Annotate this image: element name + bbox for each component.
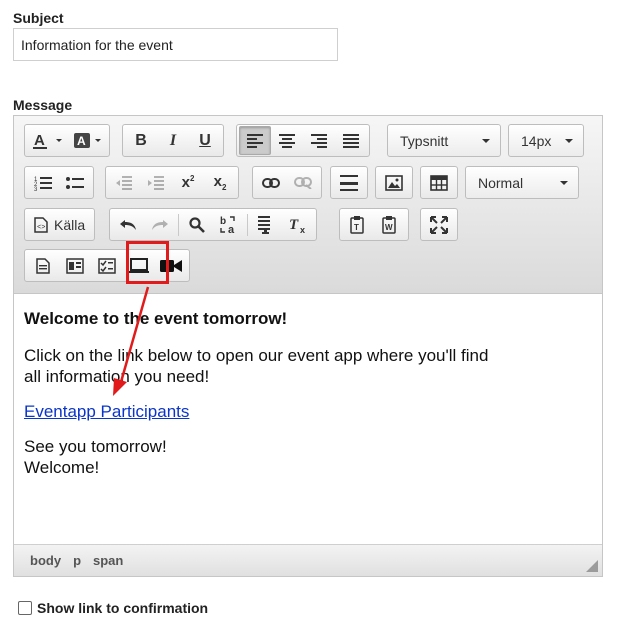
- show-link-checkbox[interactable]: [18, 601, 32, 615]
- annotation-arrow: [113, 286, 150, 396]
- show-link-label[interactable]: Show link to confirmation: [37, 600, 208, 616]
- show-link-confirmation-row: Show link to confirmation: [18, 600, 208, 616]
